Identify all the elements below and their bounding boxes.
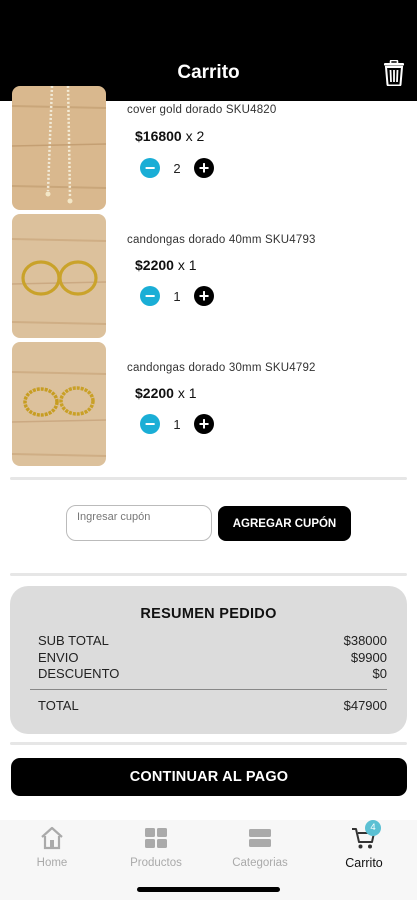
item-price-line: $16800 x 2 (135, 128, 204, 144)
increase-quantity-button[interactable]: + (194, 286, 214, 306)
item-name: cover gold dorado SKU4820 (127, 104, 277, 116)
increase-quantity-button[interactable]: + (194, 158, 214, 178)
shipping-label: ENVIO (38, 650, 79, 665)
summary-title: RESUMEN PEDIDO (140, 606, 277, 622)
home-icon (39, 826, 65, 850)
tab-label: Categorias (232, 857, 288, 869)
shipping-row: ENVIO $9900 (38, 650, 387, 666)
cart-item: candongas dorado 40mm SKU4793 $2200 x 1 … (0, 214, 417, 338)
quantity-stepper: − 2 + (140, 158, 214, 178)
home-indicator (137, 887, 280, 892)
section-divider (10, 742, 407, 745)
cart-item: cover gold dorado SKU4820 $16800 x 2 − 2… (0, 0, 417, 210)
increase-quantity-button[interactable]: + (194, 414, 214, 434)
discount-value: $0 (372, 666, 387, 681)
order-summary-card: RESUMEN PEDIDO SUB TOTAL $38000 ENVIO $9… (10, 586, 407, 734)
decrease-quantity-button[interactable]: − (140, 158, 160, 178)
total-row: TOTAL $47900 (38, 698, 387, 714)
coupon-input[interactable] (66, 505, 212, 541)
tab-label: Home (36, 857, 68, 869)
item-price: $2200 (135, 257, 174, 273)
cart-item: candongas dorado 30mm SKU4792 $2200 x 1 … (0, 342, 417, 466)
tab-categorias[interactable]: Categorias (208, 826, 312, 876)
item-price-line: $2200 x 1 (135, 257, 197, 273)
section-divider (10, 477, 407, 480)
quantity-stepper: − 1 + (140, 414, 214, 434)
subtotal-value: $38000 (343, 633, 387, 648)
product-image-candongas-30mm (12, 342, 106, 466)
item-name: candongas dorado 40mm SKU4793 (127, 234, 316, 246)
tab-label: Carrito (345, 856, 383, 870)
section-divider (10, 573, 407, 576)
total-value: $47900 (343, 698, 387, 713)
total-label: TOTAL (38, 698, 79, 713)
discount-label: DESCUENTO (38, 666, 120, 681)
quantity-value: 1 (173, 288, 181, 304)
continue-to-payment-button[interactable]: CONTINUAR AL PAGO (11, 758, 407, 796)
quantity-value: 1 (173, 416, 181, 432)
cart-count-badge: 4 (365, 820, 381, 836)
item-price: $16800 (135, 128, 182, 144)
summary-divider (30, 689, 387, 690)
categories-icon (247, 826, 273, 850)
item-price: $2200 (135, 385, 174, 401)
quantity-value: 2 (173, 160, 181, 176)
item-name: candongas dorado 30mm SKU4792 (127, 362, 316, 374)
subtotal-label: SUB TOTAL (38, 633, 109, 648)
tab-home[interactable]: Home (0, 826, 104, 876)
decrease-quantity-button[interactable]: − (140, 414, 160, 434)
discount-row: DESCUENTO $0 (38, 666, 387, 682)
product-image-candongas-40mm (12, 214, 106, 338)
shipping-value: $9900 (350, 650, 387, 665)
tab-productos[interactable]: Productos (104, 826, 208, 876)
decrease-quantity-button[interactable]: − (140, 286, 160, 306)
grid-icon (143, 826, 169, 850)
subtotal-row: SUB TOTAL $38000 (38, 633, 387, 649)
item-qty-text: x 2 (185, 128, 205, 144)
item-qty-text: x 1 (177, 257, 197, 273)
tab-label: Productos (130, 857, 182, 869)
item-qty-text: x 1 (177, 385, 197, 401)
add-coupon-button[interactable]: AGREGAR CUPÓN (218, 506, 351, 541)
cart-icon: 4 (351, 820, 381, 850)
item-price-line: $2200 x 1 (135, 385, 197, 401)
tab-carrito[interactable]: 4 Carrito (312, 820, 416, 876)
product-image-cover-gold (12, 86, 106, 210)
quantity-stepper: − 1 + (140, 286, 214, 306)
